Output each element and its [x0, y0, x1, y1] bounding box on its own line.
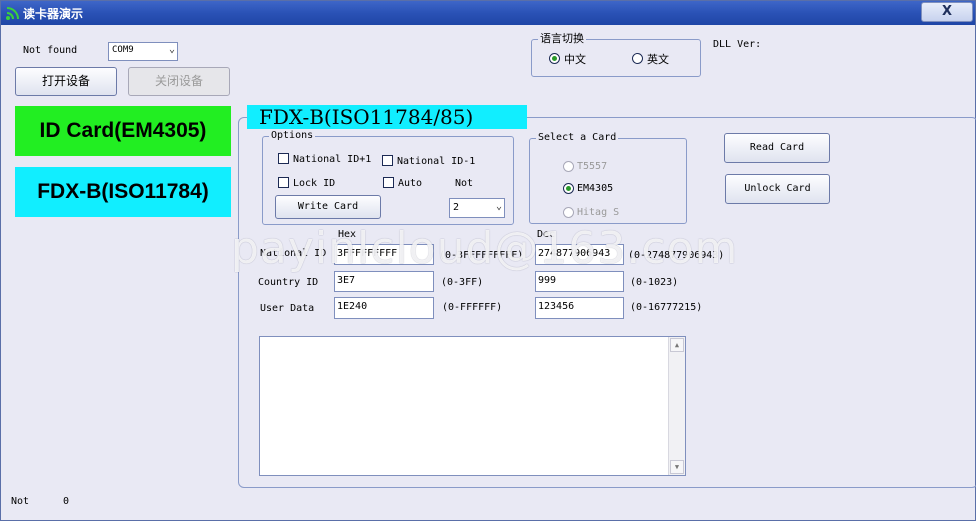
open-device-button[interactable]: 打开设备 [15, 67, 117, 96]
chinese-label: 中文 [564, 53, 586, 66]
status-value: 0 [63, 496, 70, 507]
country-id-label: Country ID [258, 277, 319, 288]
national-id-label: National ID [260, 248, 327, 259]
read-card-button[interactable]: Read Card [724, 133, 830, 163]
output-log[interactable]: ▲ ▼ [259, 336, 686, 476]
id-card-button[interactable]: ID Card(EM4305) [15, 106, 231, 156]
select-card-title: Select a Card [536, 132, 619, 144]
hitag-radio[interactable] [563, 207, 574, 218]
user-data-dec-range: (0-16777215) [630, 302, 703, 313]
app-signal-icon [6, 7, 19, 20]
country-id-dec-range: (0-1023) [630, 277, 679, 288]
national-id-hex-range: (0-3FFFFFFFFF) [439, 250, 524, 261]
user-data-label: User Data [260, 303, 315, 314]
language-group-title: 语言切换 [538, 32, 586, 45]
user-data-dec-input[interactable]: 123456 [535, 297, 624, 319]
select-card-group: Select a Card T5557 EM4305 Hitag S [529, 132, 687, 224]
auto-label: Auto [398, 178, 423, 189]
em4305-radio[interactable] [563, 183, 574, 194]
national-id-minus1-label: National ID-1 [397, 156, 476, 167]
chevron-down-icon: ⌄ [168, 44, 175, 55]
english-label: 英文 [647, 53, 669, 66]
scroll-down-icon[interactable]: ▼ [670, 460, 684, 474]
country-id-hex-range: (0-3FF) [441, 277, 484, 288]
em4305-label: EM4305 [577, 183, 614, 194]
language-group: 语言切换 中文 英文 [531, 33, 701, 77]
chinese-radio[interactable] [549, 53, 560, 64]
log-scrollbar[interactable]: ▲ ▼ [668, 337, 685, 475]
user-data-hex-input[interactable]: 1E240 [334, 297, 434, 319]
english-radio[interactable] [632, 53, 643, 64]
write-card-button[interactable]: Write Card [275, 195, 381, 219]
hex-column-header: Hex [338, 229, 357, 240]
fdxb-panel-heading: FDX-B(ISO11784/85) [247, 105, 527, 129]
device-status: Not found [23, 45, 78, 56]
unlock-card-button[interactable]: Unlock Card [725, 174, 830, 204]
close-window-button[interactable]: X [921, 2, 973, 22]
country-id-hex-input[interactable]: 3E7 [334, 271, 434, 292]
options-title: Options [269, 130, 316, 142]
national-id-plus1-checkbox[interactable] [278, 153, 289, 164]
close-device-button[interactable]: 关闭设备 [128, 67, 230, 96]
scroll-up-icon[interactable]: ▲ [670, 338, 684, 352]
dll-version-label: DLL Ver: [713, 39, 762, 50]
fdxb-button[interactable]: FDX-B(ISO11784) [15, 167, 231, 217]
port-value: COM9 [112, 45, 134, 55]
app-window: 读卡器演示 X Not found COM9 ⌄ 打开设备 关闭设备 语言切换 … [0, 0, 976, 521]
not-label: Not [455, 178, 474, 189]
national-id-minus1-checkbox[interactable] [382, 155, 393, 166]
window-title: 读卡器演示 [23, 7, 84, 21]
lock-id-checkbox[interactable] [278, 177, 289, 188]
national-id-dec-range: (0-274877906943) [628, 250, 725, 261]
options-group: Options National ID+1 National ID-1 Lock… [262, 130, 514, 225]
country-id-dec-input[interactable]: 999 [535, 271, 624, 292]
auto-checkbox[interactable] [383, 177, 394, 188]
hitag-label: Hitag S [577, 207, 620, 218]
count-select[interactable]: 2 ⌄ [449, 198, 505, 218]
national-id-hex-input[interactable]: 3FFFFFFFFF [334, 244, 434, 265]
national-id-dec-input[interactable]: 274877906943 [535, 244, 624, 265]
title-bar: 读卡器演示 X [1, 1, 975, 25]
user-data-hex-range: (0-FFFFFF) [442, 302, 503, 313]
chevron-down-icon: ⌄ [495, 201, 502, 212]
national-id-plus1-label: National ID+1 [293, 154, 372, 165]
dec-column-header: Dec [537, 229, 556, 240]
port-select[interactable]: COM9 ⌄ [108, 42, 178, 61]
count-value: 2 [453, 202, 460, 213]
status-label: Not [11, 496, 30, 507]
lock-id-label: Lock ID [293, 178, 336, 189]
t5557-radio[interactable] [563, 161, 574, 172]
t5557-label: T5557 [577, 161, 608, 172]
